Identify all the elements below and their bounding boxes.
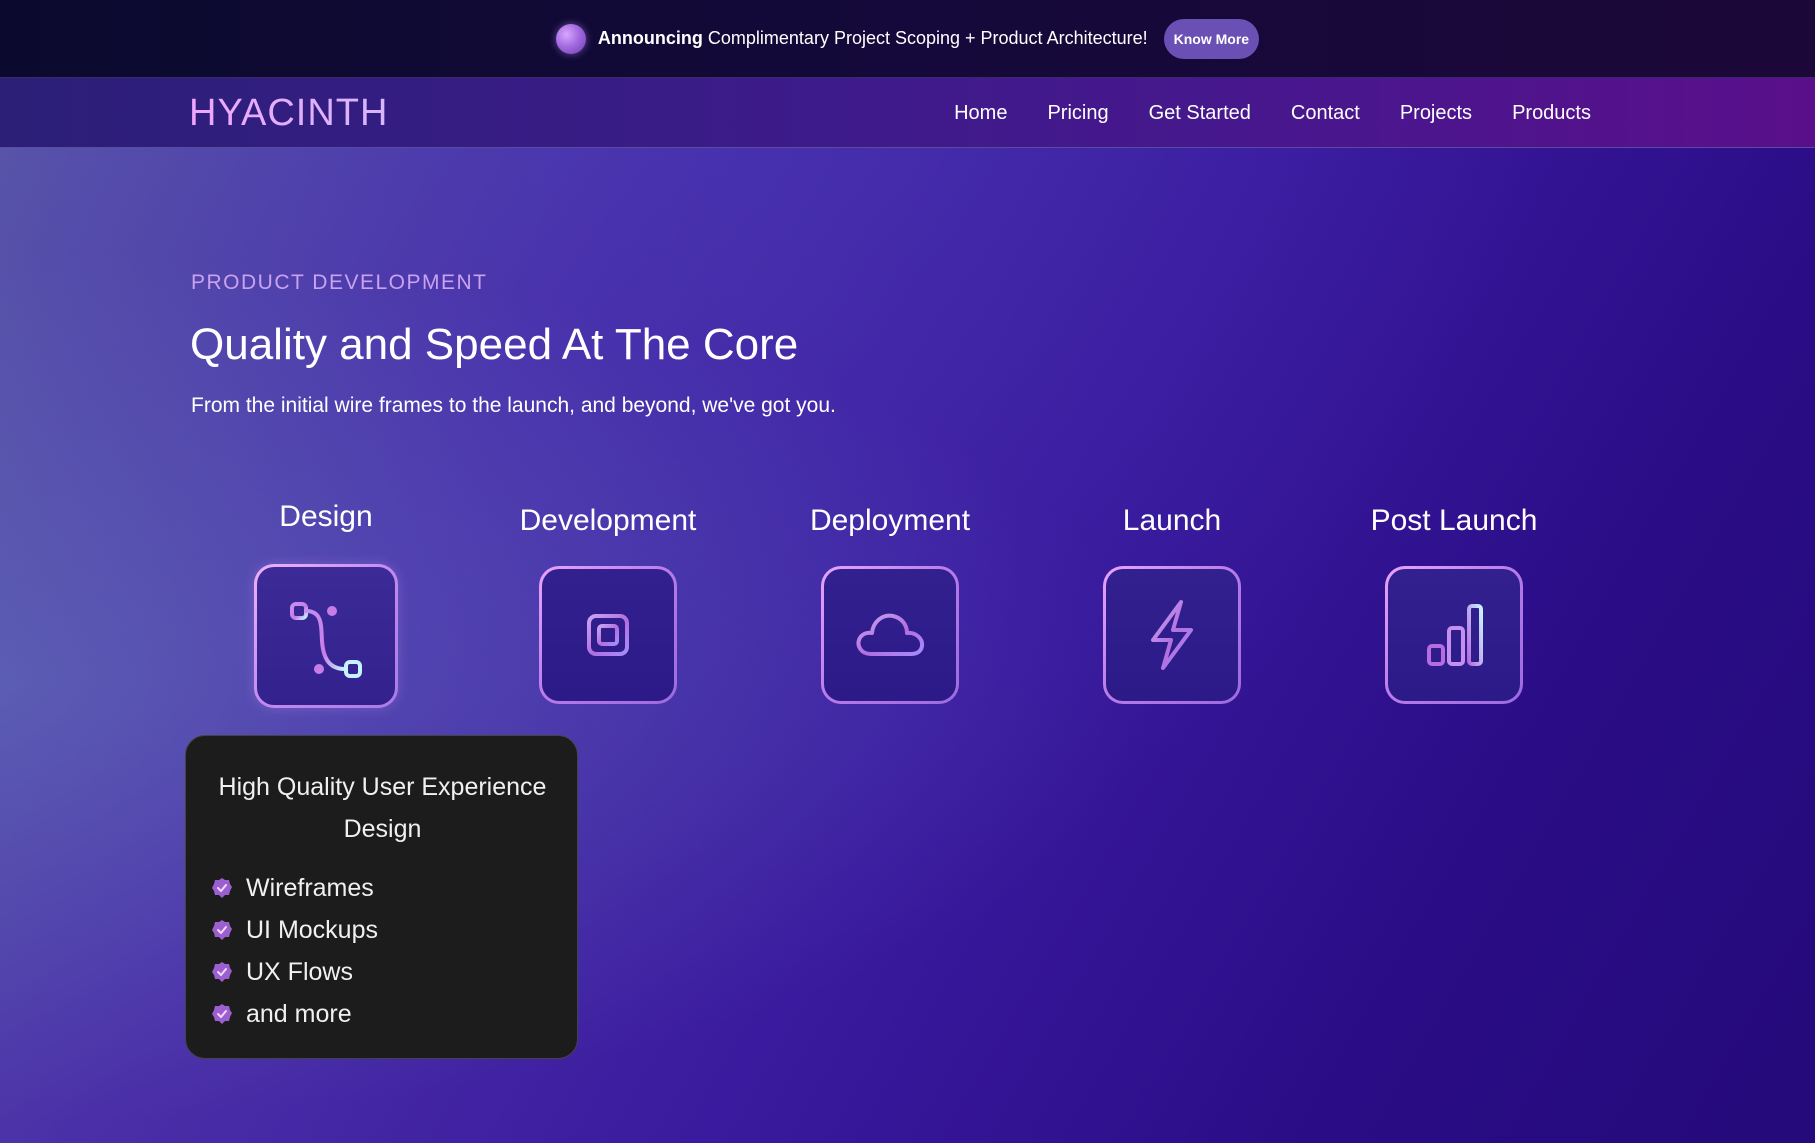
check-badge-icon [212,878,232,898]
stage-design[interactable]: Design [216,500,436,705]
stage-development[interactable]: Development [498,504,718,701]
know-more-button[interactable]: Know More [1163,18,1260,59]
list-item-label: UX Flows [246,957,353,986]
announcement-text: Announcing Complimentary Project Scoping … [598,28,1148,49]
stage-detail-card: High Quality User Experience Design Wire… [185,735,578,1059]
list-item: UX Flows [211,951,378,993]
nav-link-contact[interactable]: Contact [1291,102,1360,125]
section-eyebrow: PRODUCT DEVELOPMENT [191,271,488,294]
stage-label-post-launch: Post Launch [1370,504,1538,537]
nav-link-home[interactable]: Home [954,102,1007,125]
nav-link-projects[interactable]: Projects [1400,102,1472,125]
feature-list: Wireframes UI Mockups UX Flows and more [211,867,378,1035]
stage-label-design: Design [279,500,373,533]
announcement-strong: Announcing [597,28,703,48]
stage-label-development: Development [519,504,697,537]
nav-links: Home Pricing Get Started Contact Project… [954,78,1591,148]
stage-label-launch: Launch [1122,504,1222,537]
stage-post-launch[interactable]: Post Launch [1344,504,1564,701]
stage-launch[interactable]: Launch [1062,504,1282,701]
nav-link-get-started[interactable]: Get Started [1149,102,1251,125]
vector-path-icon [290,602,362,678]
brand-logo[interactable]: HYACINTH [189,92,388,135]
announcement-bar: Announcing Complimentary Project Scoping … [0,0,1815,78]
page-title: Quality and Speed At The Core [190,320,799,369]
top-navigation: HYACINTH Home Pricing Get Started Contac… [0,78,1815,148]
list-item-label: Wireframes [246,873,374,902]
stage-icon-box-launch[interactable] [1103,566,1241,704]
list-item: and more [211,993,378,1035]
nav-link-pricing[interactable]: Pricing [1047,102,1108,125]
list-item: Wireframes [211,867,378,909]
check-badge-icon [212,920,232,940]
stage-label-deployment: Deployment [809,504,971,537]
stage-icon-box-deployment[interactable] [821,566,959,704]
stage-icon-box-design[interactable] [254,564,398,708]
check-badge-icon [212,962,232,982]
list-item-label: UI Mockups [246,915,378,944]
lightning-bolt-icon [1151,600,1193,670]
planet-orb-icon [555,23,586,54]
announcement-message: Complimentary Project Scoping + Product … [707,28,1148,48]
cloud-icon [856,613,925,656]
check-badge-icon [212,1004,232,1024]
list-item-label: and more [246,999,352,1028]
stage-deployment[interactable]: Deployment [780,504,1000,701]
cpu-chip-icon [577,604,639,666]
list-item: UI Mockups [211,909,378,951]
card-title: High Quality User Experience Design [218,773,547,843]
nav-link-products[interactable]: Products [1512,102,1591,125]
page-subtitle: From the initial wire frames to the laun… [191,394,836,417]
bar-chart-icon [1427,604,1483,666]
stage-icon-box-development[interactable] [539,566,677,704]
stage-icon-box-post-launch[interactable] [1385,566,1523,704]
